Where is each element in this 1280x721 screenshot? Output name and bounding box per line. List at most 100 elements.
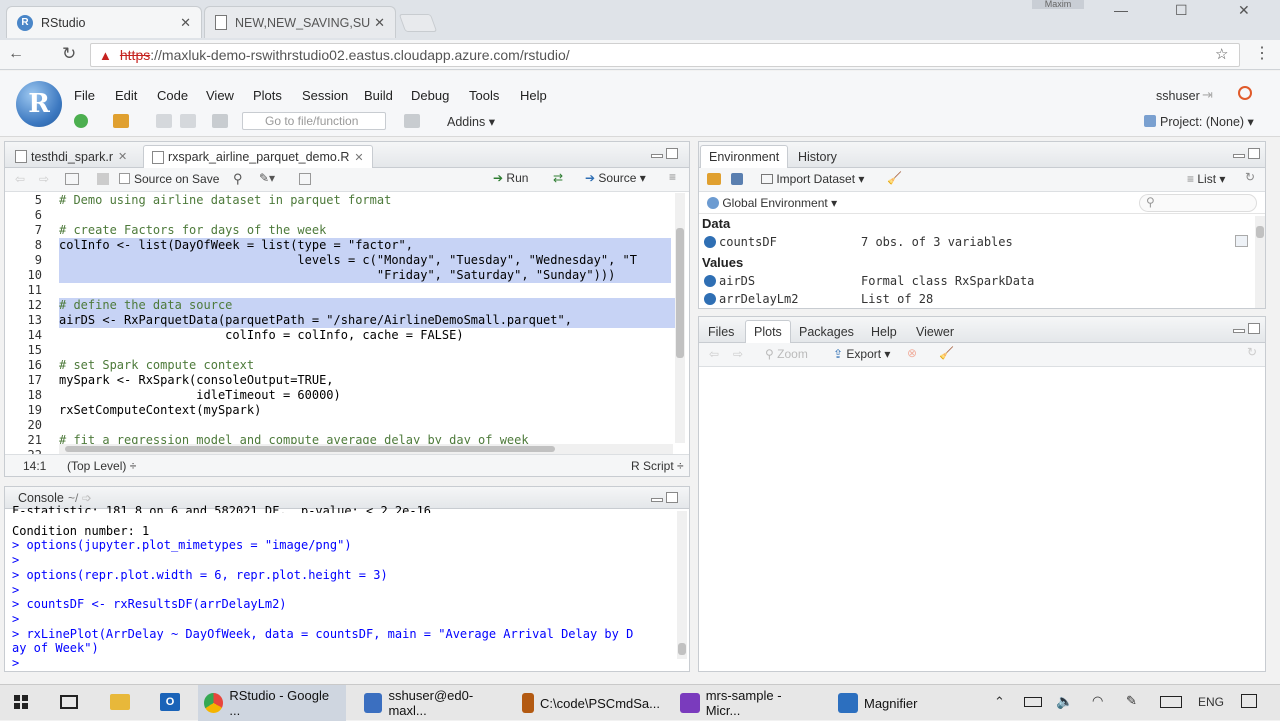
forward-icon[interactable]: ⇨ bbox=[39, 172, 49, 186]
tab-environment[interactable]: Environment bbox=[700, 145, 789, 168]
back-icon[interactable]: ⇦ bbox=[15, 172, 25, 186]
close-tab-icon[interactable]: ✕ bbox=[374, 15, 385, 31]
browser-menu-icon[interactable]: ⋮ bbox=[1254, 43, 1270, 63]
scope-indicator[interactable]: (Top Level) ÷ bbox=[67, 459, 136, 473]
tab-rxspark-airline[interactable]: rxspark_airline_parquet_demo.R ✕ bbox=[143, 145, 373, 168]
url-input[interactable]: ▲ https ://maxluk-demo-rswithrstudio02.e… bbox=[90, 43, 1240, 67]
battery-icon[interactable] bbox=[1024, 697, 1042, 707]
rerun-icon[interactable]: ⇄ bbox=[553, 171, 563, 185]
editor-vscrollbar[interactable] bbox=[675, 193, 685, 443]
open-file-icon[interactable] bbox=[113, 114, 129, 128]
network-icon[interactable]: ◠ bbox=[1092, 693, 1103, 709]
browser-tab-second[interactable]: NEW,NEW_SAVING,SUBM ✕ bbox=[204, 6, 396, 38]
save-icon[interactable] bbox=[156, 114, 172, 128]
language-indicator[interactable]: ENG bbox=[1198, 695, 1224, 709]
pane-minmax[interactable] bbox=[1233, 323, 1261, 335]
back-arrow-icon[interactable]: ← bbox=[8, 45, 24, 63]
tab-viewer[interactable]: Viewer bbox=[908, 320, 962, 343]
goto-file-input[interactable]: Go to file/function bbox=[242, 112, 386, 130]
grid-view-icon[interactable] bbox=[1235, 235, 1248, 247]
tab-history[interactable]: History bbox=[790, 145, 845, 168]
reload-icon[interactable]: ↻ bbox=[62, 44, 76, 64]
expand-icon[interactable] bbox=[704, 236, 716, 248]
view-mode-dropdown[interactable]: ≡ List ▾ bbox=[1187, 172, 1225, 186]
refresh-icon[interactable]: ↻ bbox=[1247, 345, 1257, 359]
power-icon[interactable] bbox=[1238, 86, 1252, 100]
scope-dropdown[interactable]: Global Environment ▾ bbox=[707, 196, 837, 210]
grid-layout-icon[interactable] bbox=[404, 114, 420, 128]
pane-minmax[interactable] bbox=[1233, 148, 1261, 160]
outlook-icon[interactable]: O bbox=[160, 693, 180, 711]
signout-icon[interactable]: ⇥ bbox=[1202, 87, 1213, 103]
menu-view[interactable]: View bbox=[206, 88, 234, 103]
show-in-window-icon[interactable] bbox=[65, 173, 79, 185]
pane-minmax[interactable] bbox=[651, 492, 679, 504]
minimize-icon[interactable]: — bbox=[1114, 2, 1128, 18]
save-icon[interactable] bbox=[97, 173, 109, 185]
menu-edit[interactable]: Edit bbox=[115, 88, 137, 103]
menu-file[interactable]: File bbox=[74, 88, 95, 103]
refresh-icon[interactable]: ↻ bbox=[1245, 170, 1255, 184]
tab-testhdi-spark[interactable]: testhdi_spark.r ✕ bbox=[7, 145, 135, 168]
menu-code[interactable]: Code bbox=[157, 88, 188, 103]
tab-packages[interactable]: Packages bbox=[791, 320, 862, 343]
file-type-indicator[interactable]: R Script ÷ bbox=[631, 459, 684, 473]
menu-debug[interactable]: Debug bbox=[411, 88, 449, 103]
zoom-button[interactable]: ⚲ Zoom bbox=[765, 347, 808, 361]
new-file-icon[interactable] bbox=[74, 114, 88, 128]
windows-start-icon[interactable] bbox=[14, 695, 28, 709]
import-dataset-button[interactable]: Import Dataset ▾ bbox=[761, 172, 864, 186]
menu-help[interactable]: Help bbox=[520, 88, 547, 103]
source-button[interactable]: ➔ Source ▾ bbox=[585, 171, 646, 185]
save-all-icon[interactable] bbox=[180, 114, 196, 128]
outline-icon[interactable]: ≡ bbox=[669, 170, 676, 184]
close-tab-icon[interactable]: ✕ bbox=[354, 151, 363, 164]
next-plot-icon[interactable]: ⇨ bbox=[733, 347, 743, 361]
print-icon[interactable] bbox=[212, 114, 228, 128]
close-tab-icon[interactable]: ✕ bbox=[118, 150, 127, 163]
search-icon[interactable]: ⚲ bbox=[233, 171, 243, 187]
chevron-up-icon[interactable]: ⌃ bbox=[994, 694, 1005, 710]
go-to-dir-icon[interactable]: ➩ bbox=[82, 491, 92, 505]
env-var-name[interactable]: arrDelayLm2 bbox=[719, 292, 798, 306]
project-menu[interactable]: Project: (None) ▾ bbox=[1144, 114, 1254, 129]
expand-icon[interactable] bbox=[704, 275, 716, 287]
export-button[interactable]: ⇪ Export ▾ bbox=[833, 347, 890, 361]
browser-tab-rstudio[interactable]: R RStudio ✕ bbox=[6, 6, 202, 38]
clear-plots-icon[interactable]: 🧹 bbox=[939, 346, 954, 360]
console-vscrollbar[interactable] bbox=[677, 511, 687, 659]
expand-icon[interactable] bbox=[704, 293, 716, 305]
tab-plots[interactable]: Plots bbox=[745, 320, 791, 343]
menu-plots[interactable]: Plots bbox=[253, 88, 282, 103]
tab-files[interactable]: Files bbox=[700, 320, 742, 343]
menu-build[interactable]: Build bbox=[364, 88, 393, 103]
pen-icon[interactable]: ✎ bbox=[1126, 693, 1137, 709]
menu-session[interactable]: Session bbox=[302, 88, 348, 103]
keyboard-icon[interactable] bbox=[1160, 696, 1182, 708]
close-window-icon[interactable]: ✕ bbox=[1238, 2, 1250, 19]
broom-icon[interactable]: 🧹 bbox=[887, 171, 902, 185]
run-button[interactable]: ➔ Run bbox=[493, 171, 528, 185]
environment-search-input[interactable]: ⚲ bbox=[1139, 194, 1257, 212]
load-workspace-icon[interactable] bbox=[707, 173, 721, 185]
environment-vscrollbar[interactable] bbox=[1255, 216, 1265, 308]
taskbar-item-visual-studio[interactable]: mrs-sample - Micr... bbox=[674, 685, 824, 721]
previous-plot-icon[interactable]: ⇦ bbox=[709, 347, 719, 361]
tab-help[interactable]: Help bbox=[863, 320, 905, 343]
addins-menu[interactable]: Addins ▾ bbox=[447, 114, 495, 129]
env-var-name[interactable]: countsDF bbox=[719, 235, 777, 249]
taskbar-item-rstudio[interactable]: RStudio - Google ... bbox=[198, 685, 346, 721]
file-explorer-icon[interactable] bbox=[110, 694, 130, 710]
taskbar-item-cmd[interactable]: C:\code\PSCmdSa... bbox=[516, 685, 666, 721]
pane-minmax[interactable] bbox=[651, 148, 679, 160]
task-view-icon[interactable] bbox=[60, 695, 78, 709]
remove-plot-icon[interactable]: ⊗ bbox=[907, 346, 917, 360]
notifications-icon[interactable] bbox=[1241, 694, 1257, 708]
close-tab-icon[interactable]: ✕ bbox=[180, 15, 191, 31]
taskbar-item-ssh[interactable]: sshuser@ed0-maxl... bbox=[358, 685, 508, 721]
source-on-save-checkbox[interactable] bbox=[119, 173, 130, 184]
maximize-icon[interactable]: ☐ bbox=[1175, 2, 1188, 19]
menu-tools[interactable]: Tools bbox=[469, 88, 499, 103]
wand-icon[interactable]: ✎▾ bbox=[259, 171, 275, 185]
env-var-name[interactable]: airDS bbox=[719, 274, 755, 288]
